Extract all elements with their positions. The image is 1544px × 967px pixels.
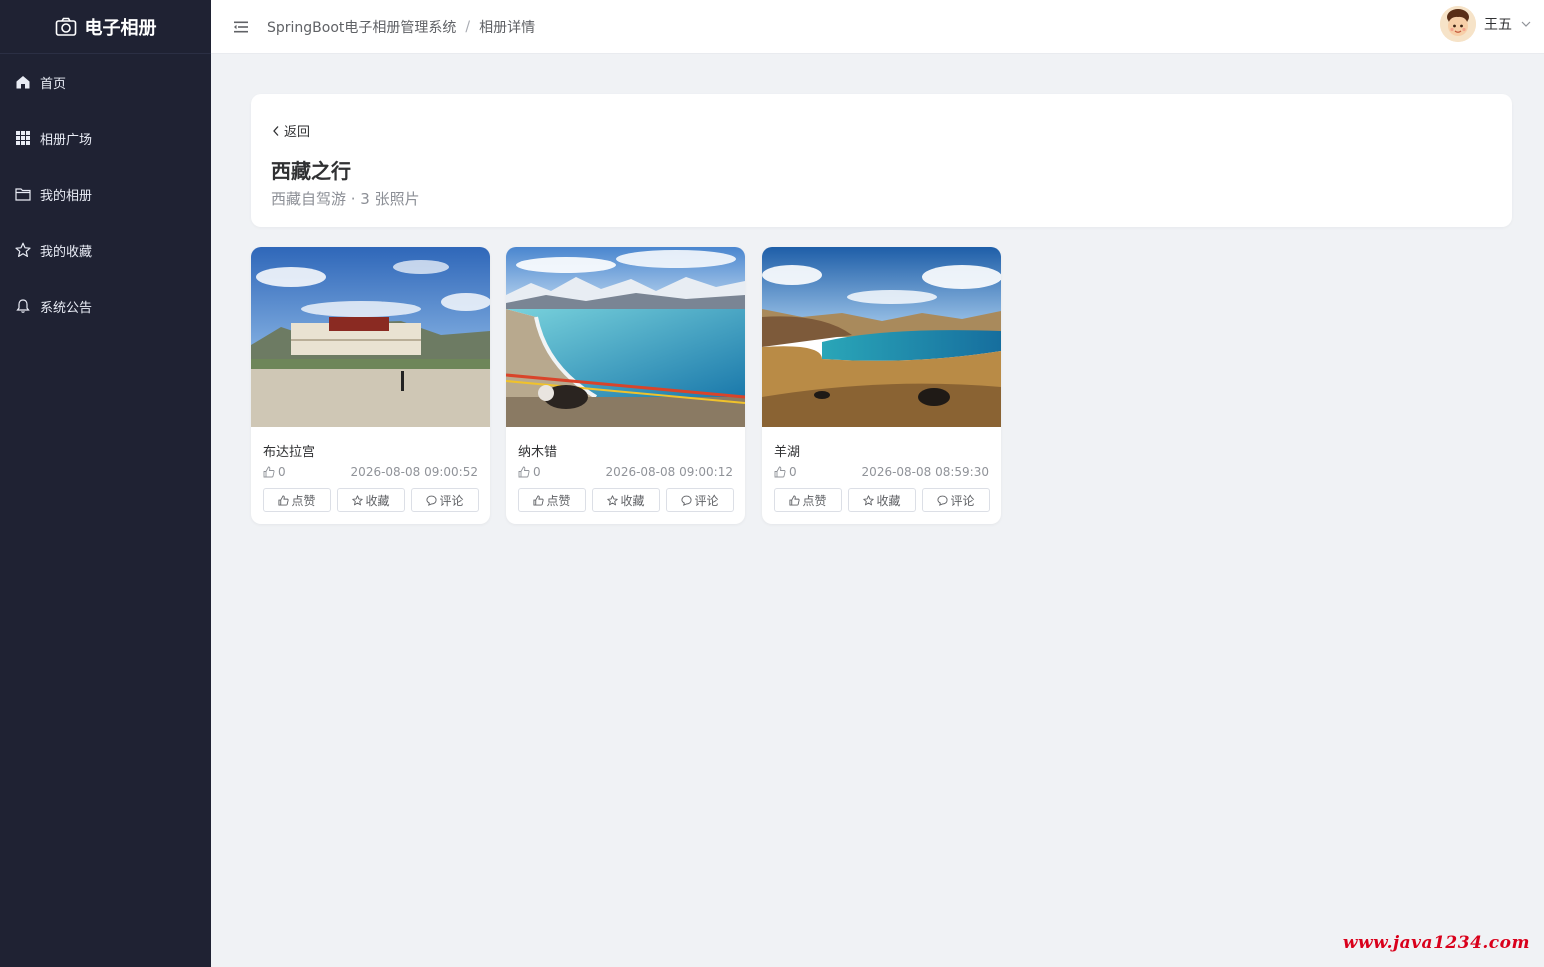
grid-icon [16,131,30,145]
star-icon [607,494,619,505]
thumbs-up-icon [533,494,545,506]
like-button[interactable]: 点赞 [263,488,331,512]
star-icon [352,494,364,505]
photo-card: 羊湖 0 2026-08-08 08:59:30 点赞 收藏 评论 [762,247,1001,524]
like-label: 点赞 [802,493,827,508]
breadcrumb-separator: / [465,18,471,35]
like-count-value: 0 [789,465,797,479]
chevron-left-icon [273,125,279,136]
sidebar-item-label: 我的相册 [40,188,93,204]
avatar [1440,6,1476,42]
album-subtitle: 西藏自驾游 · 3 张照片 [271,190,420,208]
back-label: 返回 [284,125,311,140]
app-logo[interactable]: 电子相册 [0,0,211,54]
thumbs-up-icon [263,466,275,478]
like-button[interactable]: 点赞 [774,488,842,512]
sidebar-item-label: 我的收藏 [40,244,93,260]
photo-meta: 0 2026-08-08 08:59:30 [774,465,989,479]
photo-image-yamdrok[interactable] [762,247,1001,427]
album-header-card: 返回 西藏之行 西藏自驾游 · 3 张照片 [251,94,1512,227]
photo-name: 布达拉宫 [263,445,316,460]
folder-icon [15,188,31,201]
sidebar-item-label: 首页 [40,76,67,92]
like-count: 0 [774,465,797,479]
photo-timestamp: 2026-08-08 09:00:52 [350,465,478,479]
like-label: 点赞 [546,493,571,508]
comment-button[interactable]: 评论 [666,488,734,512]
thumbs-up-icon [278,494,290,506]
sidebar-item-my-albums[interactable]: 我的相册 [0,166,211,222]
sidebar-item-label: 相册广场 [40,132,93,148]
thumbs-up-icon [789,494,801,506]
favorite-button[interactable]: 收藏 [592,488,660,512]
comment-label: 评论 [694,493,719,508]
like-count: 0 [518,465,541,479]
like-count: 0 [263,465,286,479]
photo-image-namtso[interactable] [506,247,745,427]
breadcrumb-current: 相册详情 [479,19,536,36]
comment-icon [426,495,438,506]
sidebar-item-announcements[interactable]: 系统公告 [0,278,211,334]
star-icon [15,242,31,257]
favorite-label: 收藏 [620,493,645,508]
app-title: 电子相册 [84,17,157,39]
photo-actions: 点赞 收藏 评论 [518,488,734,512]
sidebar-item-label: 系统公告 [40,300,93,316]
like-count-value: 0 [278,465,286,479]
comment-button[interactable]: 评论 [922,488,990,512]
back-button[interactable]: 返回 [271,121,310,140]
favorite-button[interactable]: 收藏 [848,488,916,512]
watermark: www.java1234.com [1342,933,1530,953]
like-button[interactable]: 点赞 [518,488,586,512]
favorite-button[interactable]: 收藏 [337,488,405,512]
comment-button[interactable]: 评论 [411,488,479,512]
comment-label: 评论 [950,493,975,508]
like-label: 点赞 [291,493,316,508]
like-count-value: 0 [533,465,541,479]
photo-timestamp: 2026-08-08 08:59:30 [861,465,989,479]
sidebar-item-album-square[interactable]: 相册广场 [0,110,211,166]
star-icon [863,494,875,505]
comment-icon [937,495,949,506]
sidebar-item-home[interactable]: 首页 [0,54,211,110]
breadcrumb-home[interactable]: SpringBoot电子相册管理系统 [267,17,456,37]
photo-timestamp: 2026-08-08 09:00:12 [605,465,733,479]
sidebar-menu: 首页 相册广场 我的相册 我的收藏 系统公告 [0,54,211,334]
photo-meta: 0 2026-08-08 09:00:12 [518,465,733,479]
comment-label: 评论 [439,493,464,508]
album-title: 西藏之行 [271,159,351,183]
thumbs-up-icon [518,466,530,478]
camera-icon [55,17,76,36]
thumbs-up-icon [774,466,786,478]
menu-toggle-icon[interactable] [233,19,249,35]
user-menu[interactable]: 王五 [1440,6,1532,42]
home-icon [16,76,30,89]
photo-actions: 点赞 收藏 评论 [263,488,479,512]
photo-name: 羊湖 [774,445,801,460]
photo-name: 纳木错 [518,445,558,460]
sidebar-item-my-favorites[interactable]: 我的收藏 [0,222,211,278]
sidebar: 电子相册 首页 相册广场 我的相册 我的收藏 系统公告 [0,0,211,967]
photo-image-potala[interactable] [251,247,490,427]
bell-icon [16,299,30,313]
photo-meta: 0 2026-08-08 09:00:52 [263,465,478,479]
user-name: 王五 [1484,17,1512,33]
chevron-down-icon [1521,21,1531,27]
breadcrumb: SpringBoot电子相册管理系统 / 相册详情 [267,17,535,37]
photo-card: 布达拉宫 0 2026-08-08 09:00:52 点赞 收藏 评论 [251,247,490,524]
photo-actions: 点赞 收藏 评论 [774,488,990,512]
comment-icon [681,495,693,506]
favorite-label: 收藏 [365,493,390,508]
top-header: SpringBoot电子相册管理系统 / 相册详情 王五 [211,0,1544,54]
photo-card: 纳木错 0 2026-08-08 09:00:12 点赞 收藏 评论 [506,247,745,524]
favorite-label: 收藏 [876,493,901,508]
